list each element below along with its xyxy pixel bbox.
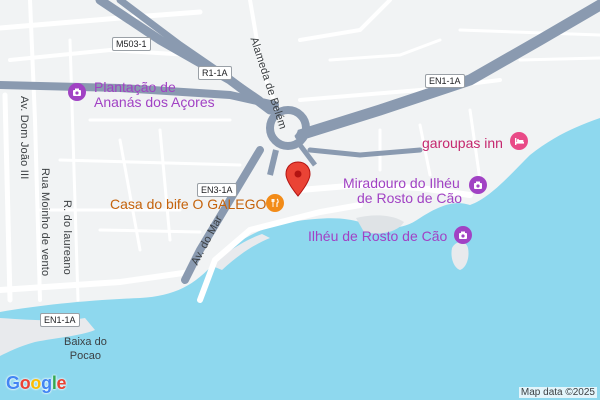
locality-baixa-do-pocao: Baixa do Pocao [64,336,107,364]
poi-garoupas-inn-label[interactable]: garoupas inn [422,136,503,150]
poi-miradouro-label-2[interactable]: de Rosto de Cão [357,191,462,205]
route-shield-en1-west: EN1-1A [40,313,80,327]
locality-line-2: Pocao [69,349,101,362]
street-label-dom-joao: Av. Dom João III [18,96,30,180]
poi-casa-do-bife-icon[interactable] [266,194,284,212]
camera-icon [73,88,81,96]
route-shield-en1-east: EN1-1A [425,74,465,88]
poi-ilheu-label[interactable]: Ilhéu de Rosto de Cão [308,229,447,243]
camera-icon [474,181,482,189]
poi-miradouro-icon[interactable] [469,176,487,194]
fork-knife-icon [271,198,279,207]
route-shield-r1: R1-1A [198,66,232,80]
logo-letter: G [6,373,20,393]
logo-letter: o [19,373,31,393]
logo-letter: e [56,373,67,393]
locality-line-1: Baixa do [64,336,107,348]
street-label-moinho: Rua Moinho de vento [39,168,51,277]
bed-icon [514,138,524,145]
logo-letter: o [30,373,42,393]
map-attribution[interactable]: Map data ©2025 [518,387,597,398]
logo-letter: g [41,373,52,393]
route-shield-en3: EN3-1A [197,183,237,197]
poi-plantacao-icon[interactable] [68,83,86,101]
poi-casa-do-bife-label[interactable]: Casa do bife O GALEGO [110,197,266,211]
camera-icon [459,231,467,239]
poi-plantacao-label-2[interactable]: Ananás dos Açores [94,95,215,109]
poi-plantacao-label-1[interactable]: Plantação de [94,80,176,94]
poi-ilheu-icon[interactable] [454,226,472,244]
street-label-laureano: R. do laureano [61,200,73,275]
poi-garoupas-inn-icon[interactable] [510,132,528,150]
map-canvas[interactable]: M503-1 R1-1A EN1-1A EN3-1A EN1-1A Alamed… [0,0,600,400]
poi-miradouro-label-1[interactable]: Miradouro do Ilhéu [343,176,460,190]
google-logo[interactable]: Google [6,373,67,394]
route-shield-m503: M503-1 [112,37,151,51]
